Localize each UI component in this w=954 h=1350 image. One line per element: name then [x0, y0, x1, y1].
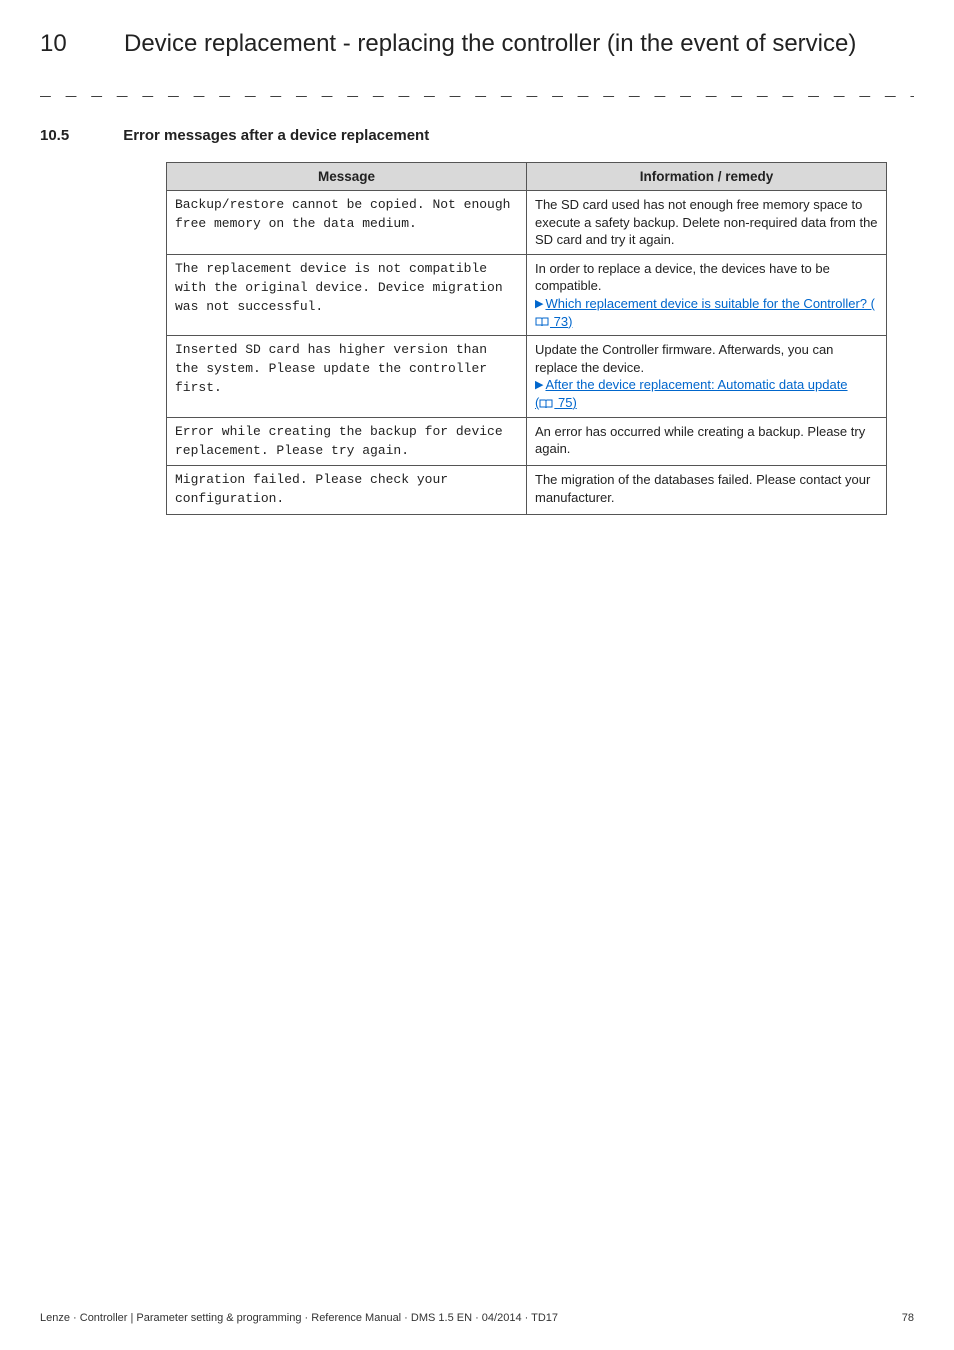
table-row: Backup/restore cannot be copied. Not eno… — [167, 191, 887, 255]
triangle-icon: ▶ — [535, 297, 543, 312]
col-header-info: Information / remedy — [527, 163, 887, 191]
message-cell: Migration failed. Please check your conf… — [167, 466, 527, 515]
footer-left-text: Lenze · Controller | Parameter setting &… — [40, 1312, 558, 1324]
info-text: Update the Controller firmware. Afterwar… — [535, 342, 833, 375]
table-header-row: Message Information / remedy — [167, 163, 887, 191]
page-number: 78 — [902, 1312, 914, 1324]
horizontal-dash-rule: _ _ _ _ _ _ _ _ _ _ _ _ _ _ _ _ _ _ _ _ … — [40, 81, 914, 101]
table-row: Error while creating the backup for devi… — [167, 417, 887, 466]
section-title: Error messages after a device replacemen… — [123, 127, 429, 144]
message-cell: Inserted SD card has higher version than… — [167, 336, 527, 417]
book-icon — [539, 399, 553, 409]
col-header-message: Message — [167, 163, 527, 191]
page-footer: Lenze · Controller | Parameter setting &… — [40, 1312, 914, 1324]
info-text: In order to replace a device, the device… — [535, 261, 830, 294]
info-cell: The migration of the databases failed. P… — [527, 466, 887, 515]
info-cell: In order to replace a device, the device… — [527, 254, 887, 335]
chapter-number: 10 — [40, 28, 100, 58]
info-cell: The SD card used has not enough free mem… — [527, 191, 887, 255]
table-row: Migration failed. Please check your conf… — [167, 466, 887, 515]
table-row: Inserted SD card has higher version than… — [167, 336, 887, 417]
chapter-header: 10 Device replacement - replacing the co… — [40, 28, 914, 59]
cross-reference-link[interactable]: After the device replacement: Automatic … — [545, 377, 847, 392]
book-icon — [535, 317, 549, 327]
section-header: 10.5 Error messages after a device repla… — [40, 127, 914, 144]
cross-reference-link[interactable]: Which replacement device is suitable for… — [535, 296, 875, 329]
message-cell: Error while creating the backup for devi… — [167, 417, 527, 466]
message-cell: The replacement device is not compatible… — [167, 254, 527, 335]
chapter-title: Device replacement - replacing the contr… — [124, 28, 856, 59]
cross-reference-link-pageref[interactable]: ( 75) — [535, 395, 577, 410]
error-messages-table: Message Information / remedy Backup/rest… — [166, 162, 887, 515]
section-number: 10.5 — [40, 127, 69, 144]
info-cell: Update the Controller firmware. Afterwar… — [527, 336, 887, 417]
triangle-icon: ▶ — [535, 378, 543, 393]
message-cell: Backup/restore cannot be copied. Not eno… — [167, 191, 527, 255]
table-row: The replacement device is not compatible… — [167, 254, 887, 335]
info-cell: An error has occurred while creating a b… — [527, 417, 887, 466]
